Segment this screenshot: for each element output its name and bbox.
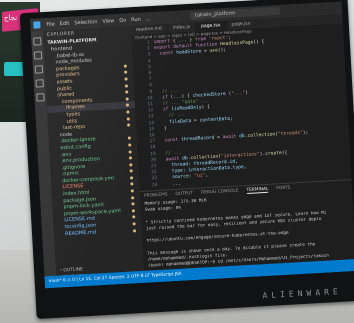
- menu-item-go[interactable]: Go: [119, 17, 126, 23]
- git-status-dot: [132, 215, 136, 219]
- file-tree: frontend .babel-lb-ac node_modules packages…: [44, 42, 143, 238]
- code-line: const threadRecord = await db.collection…: [164, 130, 309, 144]
- panel-tab-output[interactable]: OUTPUT: [175, 191, 193, 198]
- git-status-dot: [128, 149, 132, 154]
- line-number: 11: [147, 102, 154, 108]
- explorer-sidebar: EXPLORER TAKWIN-PLATFORM frontend .babel-…: [42, 26, 145, 288]
- line-number: 18: [149, 145, 156, 151]
- terminal-output[interactable]: Memory usage: 175.38 MiB Swap usage: 0% * …: [140, 190, 354, 270]
- line-number: 5: [148, 64, 152, 71]
- line-number: 4: [147, 58, 151, 64]
- explorer-icon[interactable]: [33, 37, 42, 46]
- panel-tab-problems[interactable]: PROBLEMS: [144, 192, 168, 199]
- laptop-brand-logo: ALIENWARE: [262, 286, 342, 301]
- run-debug-icon[interactable]: [35, 79, 44, 88]
- code-line: // ...: [165, 150, 183, 157]
- code-line: ...: [172, 181, 182, 187]
- git-status-dot: [128, 143, 132, 147]
- git-status-dot: [130, 182, 134, 186]
- tree-item-label: README.md: [64, 229, 97, 237]
- tree-item-label: .env: [60, 151, 72, 158]
- menu-item-view[interactable]: View: [102, 18, 114, 25]
- code-line: }: [158, 126, 167, 132]
- git-status-dot: [125, 90, 129, 94]
- git-status-dot: [127, 123, 131, 127]
- line-number: 9: [149, 89, 153, 95]
- git-status-dot: [124, 84, 128, 88]
- extensions-icon[interactable]: [36, 93, 45, 102]
- code-line: source: "ui",: [172, 173, 209, 181]
- line-number: 8: [149, 83, 153, 89]
- git-status-dot: [131, 195, 135, 200]
- git-status-dot: [128, 156, 133, 160]
- git-status-dot: [126, 116, 130, 121]
- git-status-dot: [131, 209, 135, 213]
- laptop-screen: File Edit Selection View Go Run... takwin_pla…: [30, 1, 354, 289]
- source-control-icon[interactable]: [34, 65, 44, 74]
- line-number: 15: [148, 126, 155, 133]
- git-status-dot: [127, 136, 131, 140]
- menu-item-[interactable]: ...: [146, 16, 151, 22]
- panel-tab-ports[interactable]: PORTS: [276, 186, 290, 193]
- menu-item-run[interactable]: Run: [131, 16, 141, 23]
- git-status-dot: [124, 77, 128, 81]
- menu-item-selection[interactable]: Selection: [74, 19, 97, 26]
- line-number: 16: [149, 133, 155, 139]
- code-editor[interactable]: 1 import { ... } from "react"; 2 export def…: [131, 29, 351, 191]
- panel-tab-debug-console[interactable]: DEBUG CONSOLE: [201, 188, 239, 196]
- git-status-dot: [129, 176, 134, 180]
- git-status-dot: [129, 169, 133, 173]
- photo-scene: ﻧﺠﺎﺡ File Edit Selection View Go Run... takwi…: [0, 0, 354, 323]
- tree-item-label: utils: [66, 117, 78, 125]
- git-status-dot: [125, 103, 130, 107]
- line-number: 10: [146, 95, 153, 102]
- git-status-dot: [124, 70, 128, 75]
- git-status-dot: [123, 64, 127, 68]
- laptop: File Edit Selection View Go Run... takwin_pla…: [19, 0, 354, 319]
- line-number: 19: [150, 151, 156, 157]
- terminal-panel: PROBLEMS OUTPUT DEBUG CONSOLE TERMINAL PORTS…: [139, 179, 354, 272]
- git-status-dot: [131, 202, 135, 206]
- git-status-dot: [125, 97, 129, 101]
- panel-tab-terminal[interactable]: TERMINAL: [246, 186, 269, 195]
- line-number: 13: [148, 114, 154, 120]
- menu-item-file[interactable]: File: [46, 21, 55, 27]
- vscode-icon: [33, 21, 41, 29]
- menu-item-edit[interactable]: Edit: [60, 20, 70, 27]
- line-number: 23: [151, 176, 158, 182]
- git-status-dot: [126, 110, 130, 114]
- search-icon[interactable]: [33, 51, 43, 60]
- line-number: 24: [151, 182, 158, 188]
- line-number: 14: [148, 120, 155, 126]
- line-number: 20: [150, 157, 157, 164]
- line-number: 3: [147, 52, 151, 58]
- git-status-dot: [129, 163, 133, 167]
- git-status-dot: [132, 228, 137, 233]
- line-number: 1: [146, 40, 150, 46]
- poster-text: ﻧﺠﺎﺡ: [4, 14, 18, 22]
- line-number: 6: [148, 71, 152, 77]
- code-line: // ...: [161, 88, 179, 95]
- git-status-dot: [130, 189, 134, 193]
- git-status-dot: [132, 222, 136, 226]
